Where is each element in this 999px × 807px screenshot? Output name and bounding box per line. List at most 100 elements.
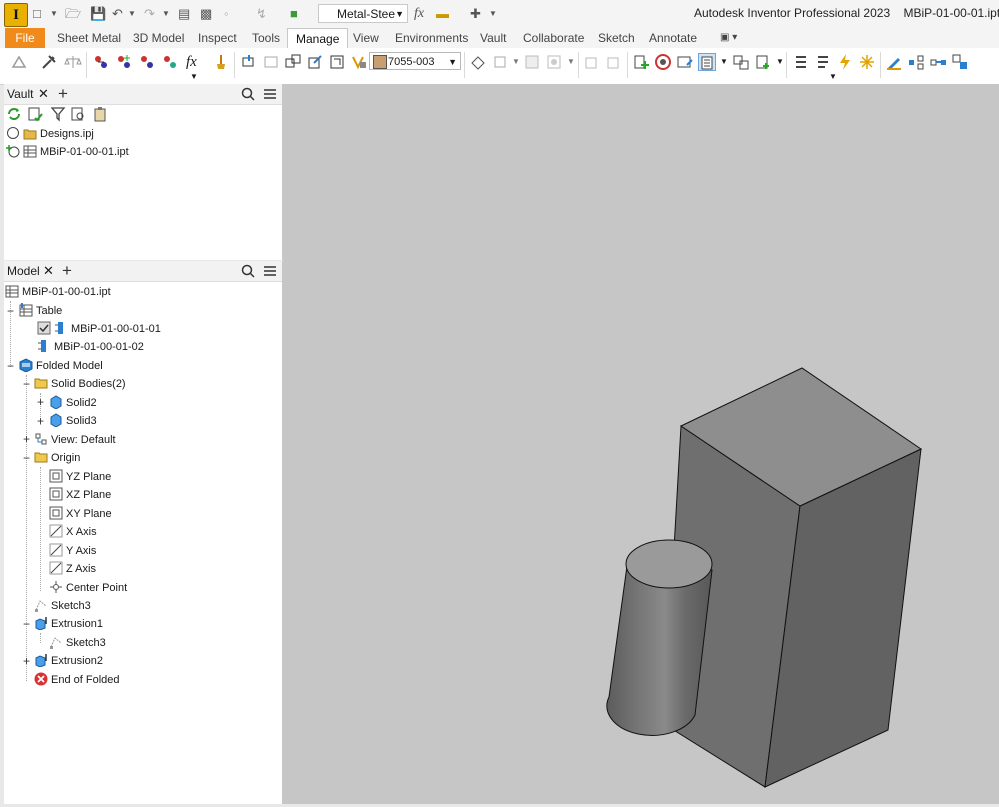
member-table-icon[interactable] xyxy=(698,53,716,71)
tab-vault[interactable]: Vault xyxy=(480,28,506,48)
rebuild-all-icon[interactable] xyxy=(10,53,28,71)
tab-sketch[interactable]: Sketch xyxy=(598,28,635,48)
no-entry-icon[interactable] xyxy=(654,53,672,71)
update-style-icon[interactable] xyxy=(792,53,810,71)
parameters-fx-icon[interactable]: fx xyxy=(414,5,424,23)
style-editor-icon[interactable] xyxy=(212,53,230,71)
relationship-icon[interactable] xyxy=(907,53,925,71)
chevron-down-icon[interactable]: ▼ xyxy=(829,72,837,81)
add-icon[interactable]: ✚ xyxy=(470,5,481,23)
parameters-fx-icon[interactable]: fx xyxy=(186,53,204,71)
lightning-icon[interactable] xyxy=(836,53,854,71)
hamburger-menu-icon[interactable] xyxy=(263,265,277,280)
tree-node-view-default[interactable]: View: Default xyxy=(34,431,116,449)
add-icon[interactable]: + xyxy=(58,84,68,104)
insert-object-icon[interactable] xyxy=(240,53,258,71)
add-icon[interactable]: + xyxy=(62,261,72,281)
ifeature-icon[interactable] xyxy=(350,53,368,71)
tree-node-table[interactable]: Table xyxy=(19,302,62,320)
update-icon[interactable]: ▩ xyxy=(200,5,212,23)
edit-pencil-icon[interactable] xyxy=(885,53,903,71)
tree-node-solid3[interactable]: Solid3 xyxy=(49,412,97,430)
tab-environments[interactable]: Environments xyxy=(395,28,468,48)
ilogic-browser-icon[interactable] xyxy=(138,53,156,71)
tree-node-x-axis[interactable]: X Axis xyxy=(49,523,97,541)
refresh-icon[interactable] xyxy=(6,106,22,125)
derive-icon[interactable] xyxy=(284,53,302,71)
new-dropdown-icon[interactable]: ▼ xyxy=(50,5,58,23)
expand-toggle-icon[interactable]: + xyxy=(36,396,45,408)
collapse-toggle-icon[interactable]: − xyxy=(22,618,31,630)
chevron-down-icon[interactable]: ▼ xyxy=(190,72,198,81)
tab-file[interactable]: File xyxy=(5,28,45,48)
check-in-icon[interactable] xyxy=(27,106,43,125)
batch-icon[interactable] xyxy=(491,53,509,71)
expand-toggle-icon[interactable]: + xyxy=(22,655,31,667)
tree-node-y-axis[interactable]: Y Axis xyxy=(49,542,96,560)
connect-icon[interactable] xyxy=(929,53,947,71)
tree-node-member-02[interactable]: MBiP-01-00-01-02 xyxy=(37,338,144,356)
tree-node-origin[interactable]: Origin xyxy=(34,449,80,467)
clipboard-icon[interactable] xyxy=(92,106,108,125)
collapse-toggle-icon[interactable]: − xyxy=(6,305,15,317)
tree-root[interactable]: MBiP-01-00-01.ipt xyxy=(5,283,111,301)
chevron-down-icon[interactable]: ▼ xyxy=(776,57,784,66)
shrinkwrap-icon[interactable] xyxy=(328,53,346,71)
hamburger-menu-icon[interactable] xyxy=(263,88,277,103)
tab-manage[interactable]: Manage xyxy=(287,28,349,49)
import-icon[interactable] xyxy=(262,53,280,71)
structure-icon[interactable] xyxy=(951,53,969,71)
undo-dropdown-icon[interactable]: ▼ xyxy=(128,5,136,23)
tree-node-yz-plane[interactable]: YZ Plane xyxy=(49,468,111,486)
tree-node-solid2[interactable]: Solid2 xyxy=(49,394,97,412)
edit-table-icon[interactable] xyxy=(676,53,694,71)
filter-icon[interactable] xyxy=(50,106,66,125)
configure-icon[interactable] xyxy=(732,53,750,71)
tree-node-member-01[interactable]: MBiP-01-00-01-01 xyxy=(37,320,161,338)
ilogic-rule-icon[interactable] xyxy=(92,53,110,71)
tree-node-folded-model[interactable]: Folded Model xyxy=(19,357,103,375)
material-selector[interactable]: Metal-Stee ▼ xyxy=(318,4,408,23)
tree-node-z-axis[interactable]: Z Axis xyxy=(49,560,96,578)
tab-annotate[interactable]: Annotate xyxy=(649,28,697,48)
extract-icon[interactable] xyxy=(583,53,601,71)
collapse-toggle-icon[interactable]: − xyxy=(22,452,31,464)
open-folder-icon[interactable]: 🗁 xyxy=(65,5,81,23)
new-file-icon[interactable]: □ xyxy=(33,5,41,23)
tab-view[interactable]: View xyxy=(353,28,379,48)
chevron-down-icon[interactable]: ▼ xyxy=(512,57,520,66)
pack-and-go-icon[interactable] xyxy=(469,53,487,71)
cylinder-top-face[interactable] xyxy=(625,539,713,589)
select-filter-icon[interactable]: ◦ xyxy=(224,5,229,23)
tree-node-center-point[interactable]: Center Point xyxy=(49,579,127,597)
place-icon[interactable] xyxy=(605,53,623,71)
ribbon-display-toggle[interactable]: ▣ ▾ xyxy=(720,28,737,48)
tree-node-sketch3[interactable]: Sketch3 xyxy=(34,597,91,615)
app-menu-button[interactable]: I xyxy=(4,3,28,27)
tools-icon[interactable] xyxy=(40,53,58,71)
undo-icon[interactable]: ↶ xyxy=(112,5,123,23)
save-icon[interactable]: 💾 xyxy=(90,5,106,23)
chevron-down-icon[interactable]: ▼ xyxy=(720,57,728,66)
collapse-toggle-icon[interactable]: − xyxy=(6,360,15,372)
tree-node-end-of-folded[interactable]: End of Folded xyxy=(34,671,120,689)
search-icon[interactable] xyxy=(241,87,255,104)
expand-toggle-icon[interactable]: + xyxy=(36,415,45,427)
vault-item-project[interactable]: Designs.ipj xyxy=(6,125,94,143)
spark-icon[interactable] xyxy=(858,53,876,71)
checkbox-checked-icon[interactable] xyxy=(37,321,51,335)
select-priority-icon[interactable]: ↯ xyxy=(256,5,267,23)
collapse-toggle-icon[interactable]: − xyxy=(22,378,31,390)
measure-icon[interactable]: ▬ xyxy=(436,5,449,23)
tab-sheet-metal[interactable]: Sheet Metal xyxy=(57,28,121,48)
search-vault-icon[interactable] xyxy=(70,106,86,125)
member-selector[interactable]: 7055-003 ▼ xyxy=(369,52,461,70)
expand-toggle-icon[interactable]: + xyxy=(22,433,31,445)
tree-node-extrusion1[interactable]: Extrusion1 xyxy=(34,615,103,633)
customize-dropdown-icon[interactable]: ▼ xyxy=(489,5,497,23)
graphics-viewport[interactable] xyxy=(283,84,999,804)
redo-dropdown-icon[interactable]: ▼ xyxy=(162,5,170,23)
redo-icon[interactable]: ↷ xyxy=(144,5,155,23)
tree-node-sketch3-child[interactable]: Sketch3 xyxy=(49,634,106,652)
tab-collaborate[interactable]: Collaborate xyxy=(523,28,584,48)
